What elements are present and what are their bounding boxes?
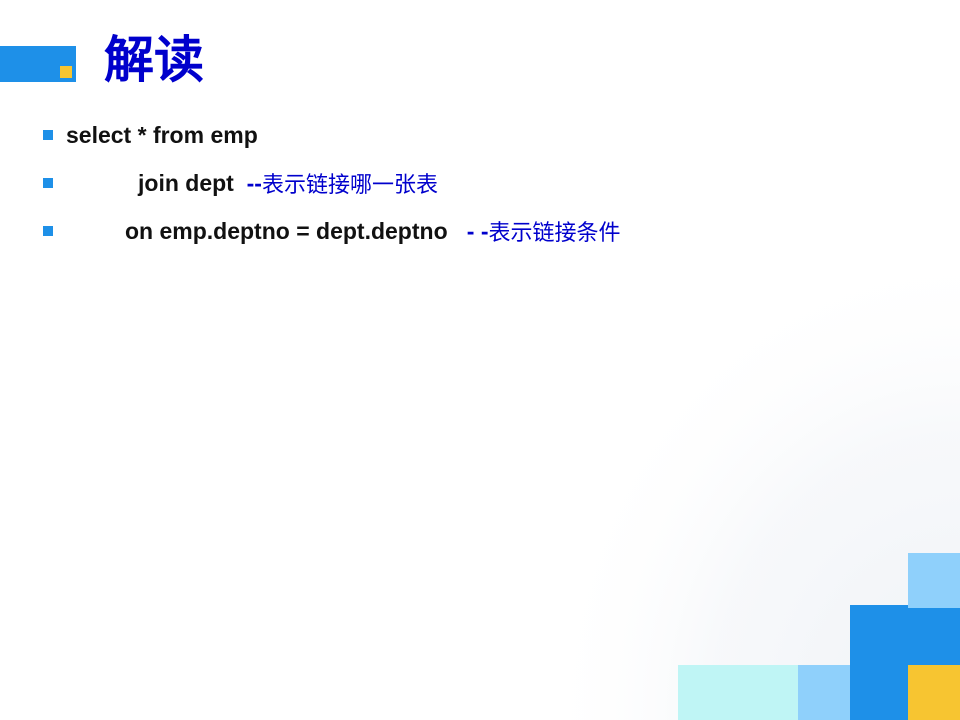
deco-block-blue [850,605,908,720]
deco-block-blue-right [908,608,960,665]
slide-title: 解读 [104,30,204,89]
bullet-icon [43,226,53,236]
header-accent-square [60,66,72,78]
code-text: select * from emp [66,121,258,148]
comment-dash: -- [246,169,262,196]
deco-block-lightblue [798,665,850,720]
comment-text: 表示链接哪一张表 [261,173,438,198]
comment-dash: - - [466,217,489,244]
code-text: join dept [138,169,247,196]
bullet-icon [43,130,53,140]
bullet-icon [43,178,53,188]
slide: 解读 select * from emp join dept -- 表示链接哪一张… [0,0,960,720]
deco-block-yellow [908,665,960,720]
deco-block-lightblue-top [908,553,960,608]
bullet-line-1: select * from emp [0,117,258,153]
bullet-line-3: on emp.deptno = dept.deptno - - 表示链接条件 [0,213,621,249]
bullet-line-2: join dept -- 表示链接哪一张表 [0,165,438,201]
deco-block-cyan [678,665,798,720]
decorative-grid [540,240,960,720]
code-text: on emp.deptno = dept.deptno [125,217,467,244]
